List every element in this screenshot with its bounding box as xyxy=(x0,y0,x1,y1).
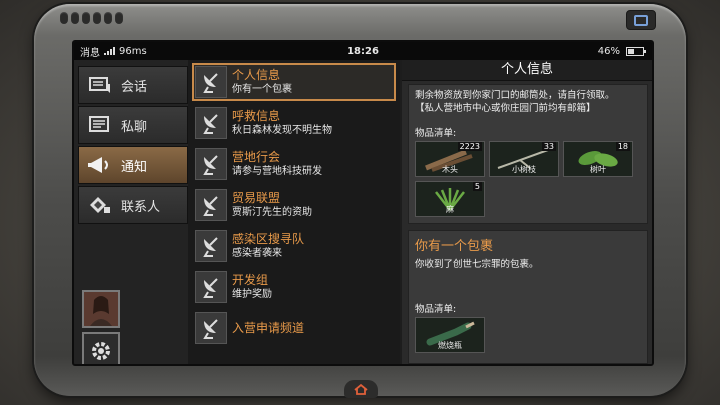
channel-subtitle: 感染者袭来 xyxy=(232,248,282,259)
channel-item[interactable]: 营地行会请参与营地科技研发 xyxy=(192,145,396,183)
channel-subtitle: 维护奖励 xyxy=(232,289,272,300)
items-label: 物品清单: xyxy=(415,128,457,139)
item-count: 5 xyxy=(472,182,482,191)
satellite-dish-icon xyxy=(195,148,227,180)
settings-button[interactable] xyxy=(82,332,120,364)
home-icon xyxy=(354,383,368,395)
message-card: 你有一个包裹 你收到了创世七宗罪的包裹。 物品清单: 燃烧瓶 xyxy=(408,230,648,364)
channel-subtitle: 贾斯汀先生的资助 xyxy=(232,207,312,218)
status-bar: 消息 96ms 18:26 46% xyxy=(74,42,652,60)
items-label: 物品清单: xyxy=(415,304,457,315)
nav-item-label: 私聊 xyxy=(121,119,148,135)
nav-item-contacts[interactable]: 联系人 xyxy=(78,186,188,224)
channel-item[interactable]: 入营申请频道 xyxy=(192,309,396,347)
contacts-icon xyxy=(87,194,113,216)
channel-item[interactable]: 呼救信息秋日森林发现不明生物 xyxy=(192,104,396,142)
nav-item-label: 会话 xyxy=(121,79,148,95)
satellite-dish-icon xyxy=(195,230,227,262)
nav-item-label: 联系人 xyxy=(121,199,161,215)
item-name: 麻 xyxy=(446,205,454,214)
channel-title: 贸易联盟 xyxy=(232,191,281,205)
camera-button[interactable] xyxy=(626,10,656,30)
satellite-dish-icon xyxy=(195,107,227,139)
item-name: 燃烧瓶 xyxy=(438,341,462,350)
battery-percent: 46% xyxy=(597,45,620,57)
message-text: 剩余物资放到你家门口的邮筒处，请自行领取。 xyxy=(415,90,615,101)
avatar[interactable] xyxy=(82,290,120,328)
satellite-dish-icon xyxy=(195,312,227,344)
message-text: 【私人营地市中心或你庄园门前均有邮箱】 xyxy=(415,103,596,114)
item-slot[interactable]: 2223 木头 xyxy=(415,141,485,177)
detail-header: 个人信息 xyxy=(402,60,652,81)
item-slot[interactable]: 18 树叶 xyxy=(563,141,633,177)
message-card: 剩余物资放到你家门口的邮筒处，请自行领取。 【私人营地市中心或你庄园门前均有邮箱… xyxy=(408,84,648,224)
channel-item[interactable]: 个人信息你有一个包裹 xyxy=(192,63,396,101)
item-slot[interactable]: 燃烧瓶 xyxy=(415,317,485,353)
channel-item[interactable]: 贸易联盟贾斯汀先生的资助 xyxy=(192,186,396,224)
channel-list: 个人信息 你有一个包裹 呼救信息 秋日森林发现不明生物 营地行会 请参与营地科技研发 … xyxy=(188,60,400,364)
item-name: 树叶 xyxy=(590,165,606,174)
gear-icon xyxy=(92,342,110,360)
channel-item[interactable]: 感染区搜寻队 感染者袭来 xyxy=(192,227,396,265)
sidebar: 会话 私聊 通知 联系人 xyxy=(74,60,188,364)
satellite-dish-icon xyxy=(195,271,227,303)
channel-item[interactable]: 开发组 维护奖励 xyxy=(192,268,396,306)
megaphone-icon xyxy=(87,154,113,176)
private-chat-icon xyxy=(87,114,113,136)
item-count: 18 xyxy=(615,142,630,151)
channel-subtitle: 你有一个包裹 xyxy=(232,84,292,95)
clock: 18:26 xyxy=(347,45,379,57)
nav-item-private-chat[interactable]: 私聊 xyxy=(78,106,188,144)
channel-subtitle: 请参与营地科技研发 xyxy=(232,166,322,177)
message-title: 你有一个包裹 xyxy=(415,239,494,254)
channel-title: 感染区搜寻队 xyxy=(232,232,305,246)
item-slot[interactable]: 5 麻 xyxy=(415,181,485,217)
item-slot[interactable]: 33 小树枝 xyxy=(489,141,559,177)
channel-title: 入营申请频道 xyxy=(232,321,305,335)
channel-title: 开发组 xyxy=(232,273,269,287)
item-name: 木头 xyxy=(442,165,458,174)
satellite-dish-icon xyxy=(195,189,227,221)
device-grip xyxy=(60,12,123,24)
channel-title: 个人信息 xyxy=(232,68,281,82)
item-name: 小树枝 xyxy=(512,165,536,174)
nav-item-label: 通知 xyxy=(121,159,148,175)
channel-title: 营地行会 xyxy=(232,150,281,164)
item-grid: 2223 木头 33 小树枝 18 树叶 5 麻 xyxy=(415,141,641,217)
message-text: 你收到了创世七宗罪的包裹。 xyxy=(415,259,539,270)
item-count: 2223 xyxy=(457,142,482,151)
home-button[interactable] xyxy=(344,380,378,398)
item-count: 33 xyxy=(541,142,556,151)
channel-subtitle: 秋日森林发现不明生物 xyxy=(232,125,332,136)
item-grid: 燃烧瓶 xyxy=(415,317,641,353)
nav-item-notify[interactable]: 通知 xyxy=(78,146,188,184)
phone-screen: 消息 96ms 18:26 46% 会话 私聊 通知 联系人 个人信息 你有一个… xyxy=(72,40,654,366)
battery-icon xyxy=(626,46,646,56)
message-detail: 个人信息 剩余物资放到你家门口的邮筒处，请自行领取。 【私人营地市中心或你庄园门… xyxy=(402,60,652,364)
camera-icon xyxy=(634,14,648,26)
satellite-dish-icon xyxy=(195,66,227,98)
channel-title: 呼救信息 xyxy=(232,109,281,123)
chat-icon xyxy=(87,74,113,96)
nav-item-sessions[interactable]: 会话 xyxy=(78,66,188,104)
